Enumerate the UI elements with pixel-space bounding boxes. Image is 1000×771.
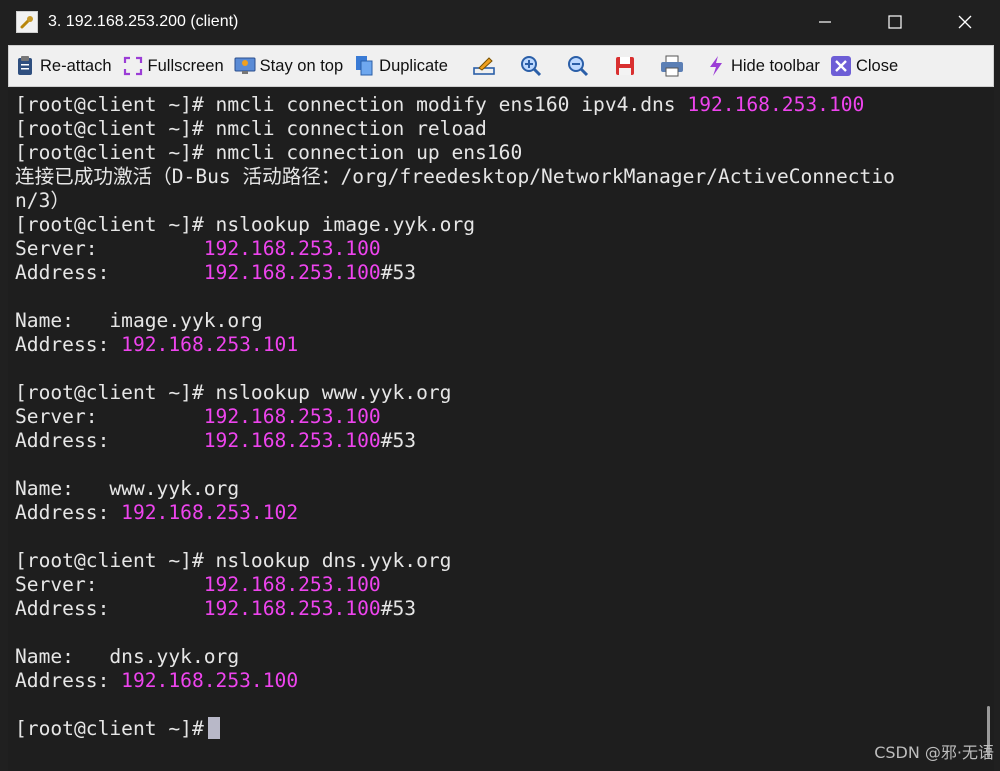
terminal-line: [root@client ~]# nmcli connection modify…: [15, 93, 865, 116]
duplicate-label: Duplicate: [379, 56, 448, 75]
save-button[interactable]: [602, 46, 649, 86]
edit-button[interactable]: [461, 46, 508, 86]
nslookup-command: [root@client ~]# nslookup dns.yyk.org: [15, 549, 452, 572]
terminal-line: [root@client ~]# nmcli connection reload: [15, 117, 487, 140]
result-address-line: Address: 192.168.253.101: [15, 333, 299, 356]
fullscreen-icon: [122, 55, 144, 77]
hide-toolbar-label: Hide toolbar: [730, 56, 820, 75]
terminal-output[interactable]: [root@client ~]# nmcli connection modify…: [8, 88, 994, 771]
duplicate-icon: [353, 55, 375, 77]
csdn-watermark: CSDN @邪·无语: [874, 743, 994, 762]
stay-on-top-label: Stay on top: [259, 56, 344, 75]
nslookup-command: [root@client ~]# nslookup www.yyk.org: [15, 381, 452, 404]
minimize-icon: [819, 21, 831, 23]
save-icon: [616, 57, 635, 75]
shell-prompt: [root@client ~]#: [15, 717, 204, 740]
zoom-in-icon: [521, 56, 542, 77]
app-wrench-icon[interactable]: [16, 11, 38, 33]
close-label: Close: [855, 56, 899, 75]
reattach-button[interactable]: Re-attach: [9, 46, 117, 86]
zoom-in-button[interactable]: [508, 46, 555, 86]
zoom-out-icon: [568, 56, 589, 77]
window-title: 3. 192.168.253.200 (client): [48, 13, 239, 30]
duplicate-button[interactable]: Duplicate: [348, 46, 453, 86]
window-controls: [790, 0, 1000, 44]
fullscreen-button[interactable]: Fullscreen: [117, 46, 229, 86]
stay-on-top-button[interactable]: Stay on top: [229, 46, 348, 86]
title-bar: 3. 192.168.253.200 (client): [0, 0, 1000, 44]
address-line: Address: 192.168.253.100#53: [15, 597, 417, 620]
server-line: Server: 192.168.253.100: [15, 405, 381, 428]
pencil-icon: [473, 57, 496, 75]
nslookup-command: [root@client ~]# nslookup image.yyk.org: [15, 213, 476, 236]
terminal-line: [root@client ~]# nmcli connection up ens…: [15, 141, 523, 164]
lightning-icon: [705, 55, 727, 77]
print-button[interactable]: [649, 46, 696, 86]
close-toolbar-button[interactable]: Close: [825, 46, 903, 86]
server-line: Server: 192.168.253.100: [15, 237, 381, 260]
reattach-label: Re-attach: [40, 56, 112, 75]
name-line: Name: image.yyk.org: [15, 309, 263, 332]
fullscreen-label: Fullscreen: [147, 56, 224, 75]
name-line: Name: dns.yyk.org: [15, 645, 240, 668]
maximize-button[interactable]: [860, 0, 930, 44]
minimize-button[interactable]: [790, 0, 860, 44]
server-line: Server: 192.168.253.100: [15, 573, 381, 596]
prompt-line: [root@client ~]#: [15, 717, 994, 741]
maximize-icon: [888, 15, 902, 29]
printer-icon: [661, 55, 684, 77]
result-address-line: Address: 192.168.253.100: [15, 669, 299, 692]
clipboard-icon: [14, 55, 36, 77]
terminal-line: n/3）: [15, 189, 70, 212]
close-window-button[interactable]: [930, 0, 1000, 44]
name-line: Name: www.yyk.org: [15, 477, 240, 500]
address-line: Address: 192.168.253.100#53: [15, 429, 417, 452]
text-cursor: [207, 717, 220, 739]
close-x-icon: [830, 55, 852, 77]
close-icon: [958, 15, 972, 29]
zoom-out-button[interactable]: [555, 46, 602, 86]
monitor-pin-icon: [234, 55, 256, 77]
address-line: Address: 192.168.253.100#53: [15, 261, 417, 284]
hide-toolbar-button[interactable]: Hide toolbar: [700, 46, 825, 86]
terminal-line: 连接已成功激活（D-Bus 活动路径：/org/freedesktop/Netw…: [15, 165, 895, 188]
toolbar: Re-attach Fullscreen Stay on top Duplica…: [8, 45, 994, 87]
result-address-line: Address: 192.168.253.102: [15, 501, 299, 524]
